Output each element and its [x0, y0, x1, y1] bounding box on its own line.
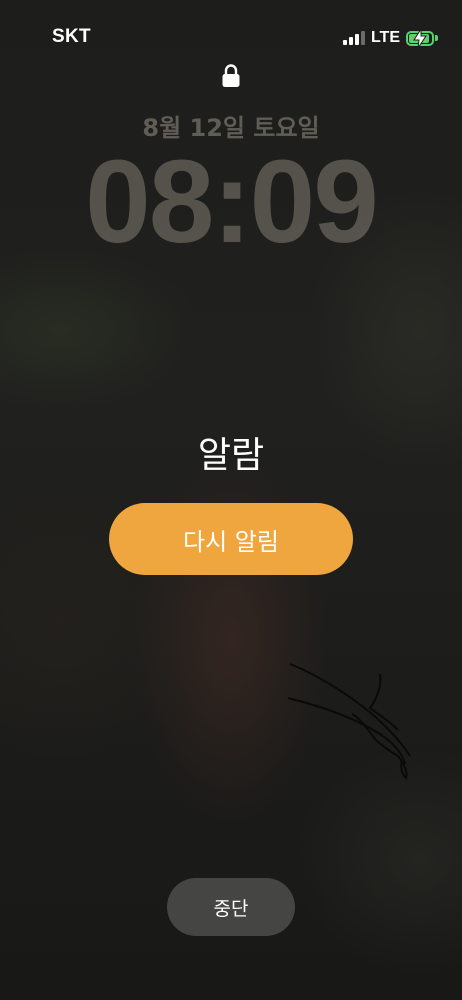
lock-icon [222, 64, 240, 87]
alarm-title: 알람 [197, 435, 265, 476]
charging-bolt-icon [413, 28, 427, 48]
status-indicators: LTE [342, 27, 438, 49]
stop-button[interactable]: 중단 [167, 878, 295, 936]
network-type-label: LTE [370, 29, 400, 46]
battery-charging-icon [406, 28, 438, 48]
stop-button-label: 중단 [213, 897, 249, 920]
signal-strength-icon [342, 31, 365, 45]
snooze-button[interactable]: 다시 알림 [109, 503, 353, 575]
carrier-label: SKT [52, 26, 91, 47]
scribble-drawing [287, 663, 411, 780]
snooze-button-label: 다시 알림 [183, 527, 279, 556]
lock-time: 08:09 [85, 136, 379, 268]
lock-screen: SKT LTE 8월 12일 토요일 08:09 알람 다시 알림 중단 [0, 0, 462, 1000]
